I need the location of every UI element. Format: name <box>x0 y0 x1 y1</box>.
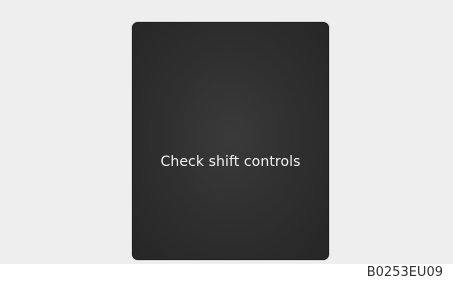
instrument-display: Check shift controls <box>132 22 329 260</box>
figure-code: B0253EU09 <box>366 265 443 280</box>
display-message: Check shift controls <box>160 154 301 170</box>
